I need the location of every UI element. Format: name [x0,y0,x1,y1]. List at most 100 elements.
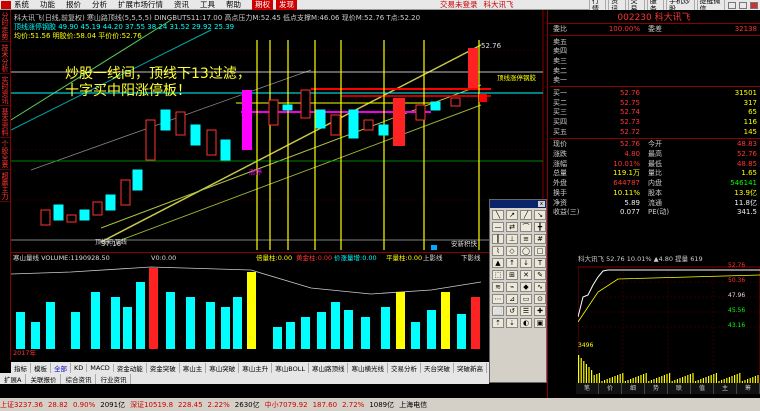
tab-intraday[interactable]: 分时走势 [0,10,10,42]
draw-tool-30-icon[interactable]: ▭ [520,294,532,304]
draw-tool-19-icon[interactable]: T [534,258,546,268]
draw-tool-17-icon[interactable]: ↑ [506,258,518,268]
tab-indicator[interactable]: 指标 [11,362,31,373]
tab-hanshan-breakout[interactable]: 寒山突破 [206,362,240,373]
draw-tool-29-icon[interactable]: ⊿ [506,294,518,304]
draw-tool-15-icon[interactable]: □ [534,246,546,256]
draw-tool-18-icon[interactable]: ↓ [520,258,532,268]
drawing-toolbox[interactable]: x ╲ ↗ ╱ ↘ — ⇄ ⌒ ╋ ┃ ⊥ ≡ # ⌇ ◇ ◯ □ ▲ ↑ ↓ T ⬚ ⊞ ✕ ✎ ≋ ⌁ ◆ ∿ ⋯ ⊿ ▭ ⊙ ⬜ ↺ ☰ ✚ ⇡ ⇣… [489,199,547,383]
draw-tool-3-icon[interactable]: ↘ [534,210,546,220]
tab-macd[interactable]: MACD [87,363,114,372]
maximize-icon[interactable] [739,1,747,9]
tab-hanshan-rise[interactable]: 寒山主升 [239,362,273,373]
draw-tool-16-icon[interactable]: ▲ [492,258,504,268]
mini-tab-0[interactable]: 笔 [576,383,599,394]
trade-login-link[interactable]: 交易未登录 [440,0,478,10]
draw-tool-13-icon[interactable]: ◇ [506,246,518,256]
draw-tool-24-icon[interactable]: ≋ [492,282,504,292]
tab-general-news[interactable]: 综合资讯 [61,373,97,384]
buy-row-0-cell-2: 31501 [734,88,757,97]
mini-tab-5[interactable]: 值 [691,383,714,394]
draw-tool-34-icon[interactable]: ☰ [520,306,532,316]
mini-tab-3[interactable]: 势 [645,383,668,394]
options-button[interactable]: 期权 [252,0,273,10]
draw-tool-28-icon[interactable]: ⋯ [492,294,504,304]
menu-item-help[interactable]: 帮助 [226,0,241,10]
draw-tool-11-icon[interactable]: # [534,234,546,244]
candle [268,99,279,126]
tab-fund-breakout[interactable]: 资金突破 [147,362,180,373]
tab-technical[interactable]: 技术分析 [0,42,10,74]
tab-hanshan-light[interactable]: 寒山横光线 [348,362,388,373]
tab-new-high[interactable]: 突破新高 [454,362,487,373]
tab-all[interactable]: 全部 [51,362,71,373]
status-item-11: 1089亿 [369,400,395,409]
tab-industry-news[interactable]: 行业资讯 [96,373,132,384]
tab-hanshan-boll[interactable]: 寒山BOLL [272,362,309,373]
tab-basic-info[interactable]: 基本资料 [0,106,10,138]
tab-panorama[interactable]: 个股全景 [0,138,10,170]
draw-tool-25-icon[interactable]: ⌁ [506,282,518,292]
menu-item-news[interactable]: 资讯 [174,0,189,10]
draw-tool-26-icon[interactable]: ◆ [520,282,532,292]
buy-row-3-cell-0: 买四 [553,118,567,127]
draw-tool-32-icon[interactable]: ⬜ [492,306,504,316]
draw-tool-10-icon[interactable]: ≡ [520,234,532,244]
mini-tab-4[interactable]: 联 [668,383,691,394]
draw-tool-0-icon[interactable]: ╲ [492,210,504,220]
draw-tool-12-icon[interactable]: ⌇ [492,246,504,256]
menu-item-quote[interactable]: 报价 [66,0,81,10]
draw-tool-31-icon[interactable]: ⊙ [534,294,546,304]
draw-tool-37-icon[interactable]: ⇣ [506,318,518,328]
ind-legend-upper: 上影线 [423,253,443,262]
close-icon[interactable] [750,1,758,9]
menu-item-extended-market[interactable]: 扩展市场行情 [118,0,163,10]
tab-realtime-news[interactable]: 实时资讯 [0,74,10,106]
draw-tool-21-icon[interactable]: ⊞ [506,270,518,280]
tab-template[interactable]: 模板 [31,362,51,373]
menu-item-system[interactable]: 系统 [14,0,29,10]
tab-hanshan-top[interactable]: 寒山路顶线 [309,362,349,373]
toolbox-close-icon[interactable]: x [538,201,545,207]
draw-tool-8-icon[interactable]: ┃ [492,234,504,244]
sell-row-1: 卖四 [550,46,760,56]
tab-main-force[interactable]: 超赢主力 [0,170,10,202]
menu-item-function[interactable]: 功能 [40,0,55,10]
tab-tiantai[interactable]: 天台突破 [421,362,454,373]
tab-kd[interactable]: KD [71,363,88,372]
discover-button[interactable]: 发现 [276,0,297,10]
draw-tool-14-icon[interactable]: ◯ [520,246,532,256]
draw-tool-38-icon[interactable]: ◐ [520,318,532,328]
mini-tab-1[interactable]: 价 [599,383,622,394]
candle [220,139,231,161]
tab-related-quotes[interactable]: 关联报价 [26,373,62,384]
minimize-icon[interactable] [728,1,736,9]
draw-tool-7-icon[interactable]: ╋ [534,222,546,232]
mini-tab-2[interactable]: 细 [622,383,645,394]
menu-item-analysis[interactable]: 分析 [92,0,107,10]
draw-tool-36-icon[interactable]: ⇡ [492,318,504,328]
tab-hanshan-main[interactable]: 寒山主 [180,362,207,373]
mini-tab-6[interactable]: 主 [714,383,737,394]
draw-tool-6-icon[interactable]: ⌒ [520,222,532,232]
draw-tool-2-icon[interactable]: ╱ [520,210,532,220]
mini-tab-7[interactable]: 筹 [737,383,760,394]
draw-tool-20-icon[interactable]: ⬚ [492,270,504,280]
draw-tool-5-icon[interactable]: ⇄ [506,222,518,232]
draw-tool-39-icon[interactable]: ▣ [534,318,546,328]
draw-tool-33-icon[interactable]: ↺ [506,306,518,316]
volume-bar [441,292,450,349]
tab-fund-momentum[interactable]: 资金动能 [114,362,147,373]
tab-ext-a[interactable]: 扩展A [0,373,27,384]
draw-tool-35-icon[interactable]: ✚ [534,306,546,316]
status-item-8: 中小7079.92 [264,400,308,409]
draw-tool-23-icon[interactable]: ✎ [534,270,546,280]
draw-tool-27-icon[interactable]: ∿ [534,282,546,292]
menu-item-tools[interactable]: 工具 [200,0,215,10]
draw-tool-1-icon[interactable]: ↗ [506,210,518,220]
draw-tool-4-icon[interactable]: — [492,222,504,232]
info-row-0-cell-1: 52.76 [619,140,640,149]
tab-trade-analysis[interactable]: 交易分析 [388,362,421,373]
draw-tool-9-icon[interactable]: ⊥ [506,234,518,244]
draw-tool-22-icon[interactable]: ✕ [520,270,532,280]
